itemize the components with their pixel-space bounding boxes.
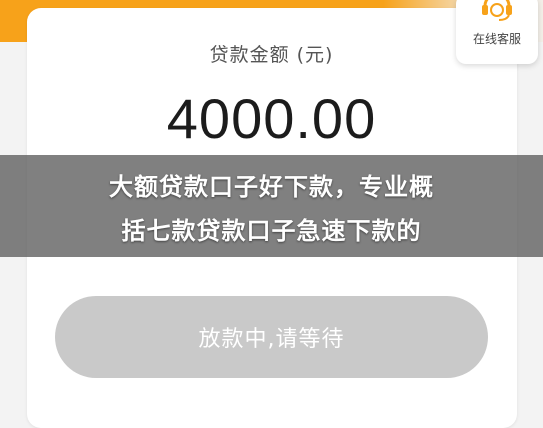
loan-status-button[interactable]: 放款中,请等待 <box>55 296 488 378</box>
customer-service-button[interactable]: 在线客服 <box>456 0 538 64</box>
customer-service-label: 在线客服 <box>472 32 521 46</box>
headset-icon <box>479 0 515 22</box>
banner-line-1: 大额贷款口子好下款，专业概 <box>109 173 434 201</box>
banner-line-2: 括七款贷款口子急速下款的 <box>121 217 422 245</box>
loan-amount-value: 4000.00 <box>166 87 377 150</box>
overlay-banner: 大额贷款口子好下款，专业概 括七款贷款口子急速下款的 <box>0 155 543 257</box>
